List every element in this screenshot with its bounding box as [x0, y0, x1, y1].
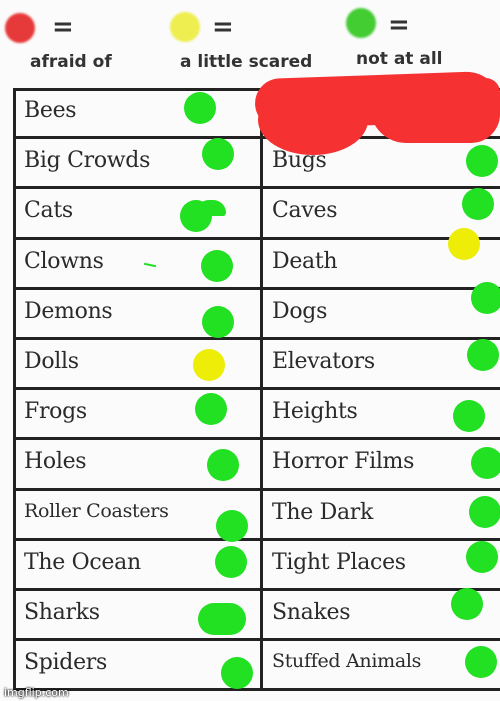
red-legend-dot-icon — [5, 13, 35, 43]
green-rating-dot-icon — [466, 145, 498, 177]
fear-item-label: The Dark — [272, 499, 374, 525]
yellow-rating-dot-icon — [193, 349, 225, 381]
row-divider — [13, 437, 500, 441]
legend-equals: = — [388, 10, 410, 40]
green-rating-dot-icon — [198, 603, 246, 635]
green-rating-dot-icon — [196, 200, 226, 216]
fear-item-label: Roller Coasters — [24, 499, 169, 522]
green-rating-dot-icon — [221, 657, 253, 689]
row-divider — [13, 537, 500, 541]
legend-label-little-scared: a little scared — [180, 52, 313, 72]
legend-label-little-scared: not at all — [356, 49, 443, 69]
fear-item-label: Heights — [272, 399, 358, 425]
fear-item-label: Sharks — [24, 600, 100, 625]
fear-item-label: Snakes — [272, 600, 351, 625]
green-rating-dot-icon — [195, 393, 227, 425]
row-divider — [13, 638, 500, 642]
row-divider — [13, 286, 500, 290]
green-legend-dot-icon — [346, 8, 376, 38]
row-divider — [13, 236, 500, 240]
green-rating-dot-icon — [471, 447, 500, 479]
fear-item-label: Demons — [24, 298, 113, 324]
green-rating-dot-icon — [469, 496, 500, 528]
fear-item-label: Clowns — [24, 248, 104, 274]
row-divider — [13, 487, 500, 491]
fear-item-label: Caves — [272, 198, 338, 224]
yellow-legend-dot-icon — [170, 12, 200, 42]
yellow-rating-dot-icon — [448, 228, 480, 260]
legend-equals: = — [52, 12, 74, 42]
green-rating-dot-icon — [467, 339, 499, 371]
green-rating-dot-icon — [451, 588, 483, 620]
red-scribble-redaction — [370, 78, 500, 143]
red-scribble-redaction — [258, 85, 368, 155]
legend-equals: = — [212, 12, 234, 42]
fear-item-label: Stuffed Animals — [272, 650, 422, 673]
row-divider — [13, 688, 500, 692]
fear-item-label: Cats — [24, 198, 73, 224]
fear-item-label: Elevators — [272, 349, 375, 374]
row-divider — [13, 337, 500, 340]
fear-item-label: Spiders — [24, 650, 107, 676]
green-rating-dot-icon — [471, 282, 500, 314]
fear-item-label: Tight Places — [272, 549, 406, 575]
fear-item-label: The Ocean — [24, 549, 141, 575]
green-rating-dot-icon — [202, 138, 234, 170]
row-divider — [13, 186, 500, 190]
green-rating-dot-icon — [466, 541, 498, 573]
watermark: imgflip.com — [4, 686, 69, 699]
green-rating-dot-icon — [453, 400, 485, 432]
fear-item-label: Bees — [24, 98, 77, 123]
green-rating-dot-icon — [184, 92, 216, 124]
green-rating-dot-icon — [216, 510, 248, 542]
row-divider — [13, 387, 500, 391]
fear-item-label: Big Crowds — [24, 148, 151, 174]
fear-item-label: Frogs — [24, 399, 87, 425]
fear-item-label: Death — [272, 248, 338, 274]
green-rating-dot-icon — [202, 306, 234, 338]
green-rating-dot-icon — [207, 449, 239, 481]
green-rating-dot-icon — [465, 646, 497, 678]
fear-item-label: Dolls — [24, 349, 79, 374]
green-rating-dot-icon — [215, 546, 247, 578]
fear-item-label: Dogs — [272, 298, 328, 324]
fear-item-label: Holes — [24, 449, 87, 475]
row-divider — [13, 588, 500, 591]
fear-item-label: Horror Films — [272, 449, 415, 475]
green-rating-dot-icon — [462, 188, 494, 220]
legend-label-afraid: afraid of — [30, 52, 112, 72]
green-rating-dot-icon — [201, 250, 233, 282]
